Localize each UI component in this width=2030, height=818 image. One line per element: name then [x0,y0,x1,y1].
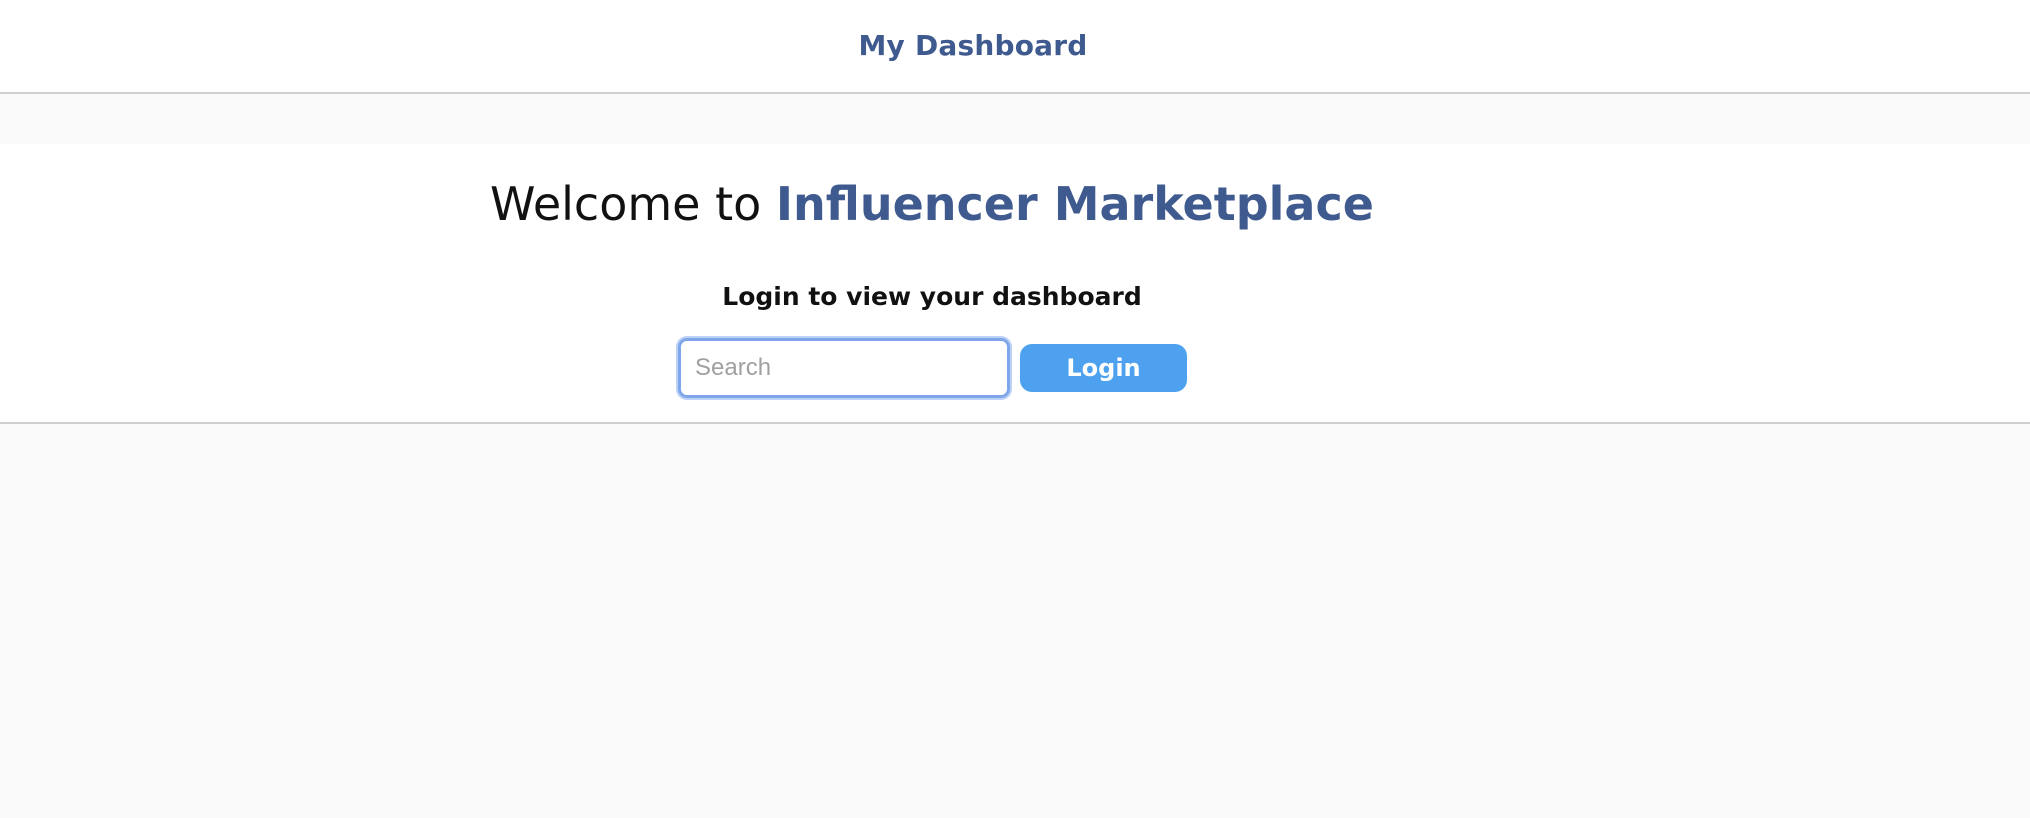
welcome-section: Welcome to Influencer Marketplace Login … [0,144,2030,424]
section-spacer [0,94,2030,144]
welcome-heading: Welcome to Influencer Marketplace [0,172,1864,236]
search-input[interactable] [678,338,1010,398]
login-button[interactable]: Login [1020,344,1187,392]
top-navbar: My Dashboard [0,0,2030,94]
navbar-title[interactable]: My Dashboard [0,0,1946,92]
brand-name: Influencer Marketplace [775,177,1374,231]
welcome-prefix: Welcome to [490,177,762,231]
login-prompt: Login to view your dashboard [722,282,1142,311]
